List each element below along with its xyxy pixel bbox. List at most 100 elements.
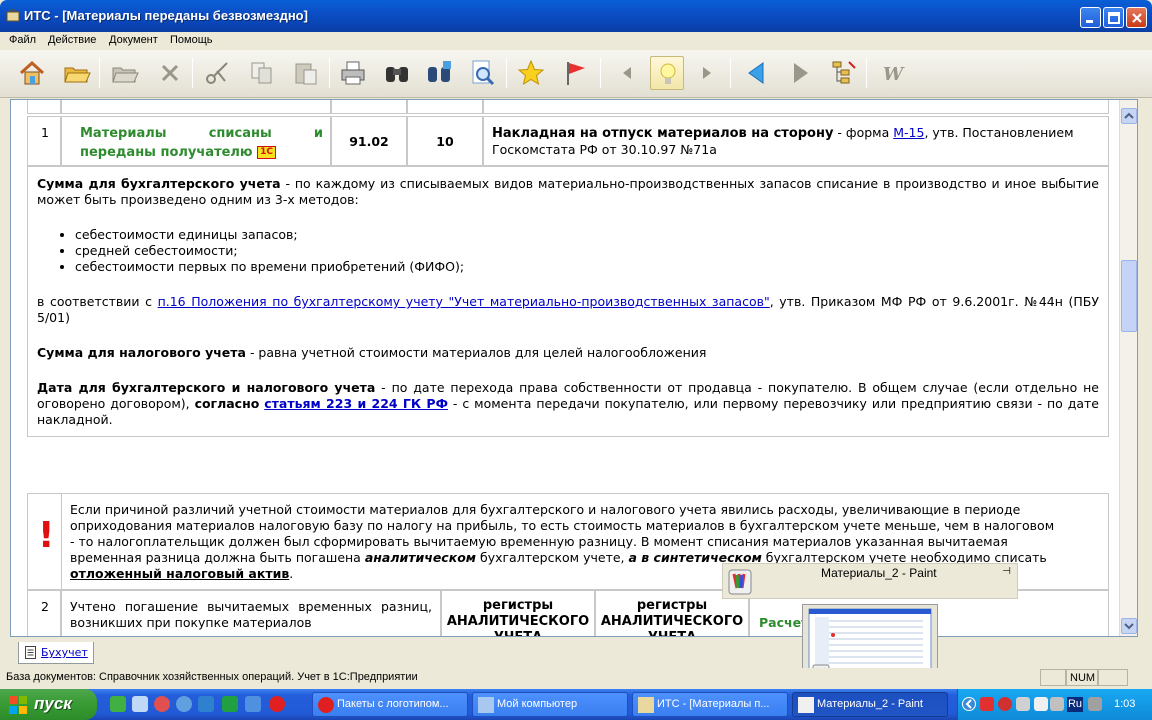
row1-number: 1 bbox=[41, 125, 49, 140]
tray-icon[interactable] bbox=[1088, 697, 1102, 711]
document-icon bbox=[25, 646, 36, 662]
sum-tax-paragraph: Сумма для налогового учета - равна учетн… bbox=[37, 345, 707, 360]
explanation-block: Сумма для бухгалтерского учета - по кажд… bbox=[27, 166, 1109, 437]
row2-col3-cell: регистры АНАЛИТИЧЕСКОГО УЧЕТА bbox=[441, 590, 595, 636]
folder-icon[interactable] bbox=[108, 56, 142, 90]
menu-file[interactable]: Файл bbox=[9, 34, 36, 46]
w-icon[interactable]: W bbox=[876, 56, 910, 90]
task-its[interactable]: ИТС - [Материалы п... bbox=[632, 692, 788, 717]
favorites-star-icon[interactable] bbox=[514, 56, 548, 90]
quicklaunch-icon[interactable] bbox=[154, 696, 170, 712]
row2-number-cell: 2 bbox=[27, 590, 61, 636]
1c-badge-icon: 1С bbox=[257, 146, 276, 159]
quicklaunch-icon[interactable] bbox=[222, 696, 238, 712]
row1-description: Материалы списаны и переданы получателю bbox=[80, 126, 323, 160]
quicklaunch-icon[interactable] bbox=[176, 696, 192, 712]
row1-credit-cell: 10 bbox=[407, 116, 483, 166]
task-my-computer[interactable]: Мой компьютер bbox=[472, 692, 628, 717]
gk-rf-link[interactable]: статьям 223 и 224 ГК РФ bbox=[264, 396, 448, 411]
list-item: средней себестоимости; bbox=[75, 243, 1099, 259]
task-paint[interactable]: Материалы_2 - Paint bbox=[792, 692, 948, 717]
svg-text:W: W bbox=[883, 64, 905, 85]
cut-icon[interactable] bbox=[200, 56, 234, 90]
menu-action[interactable]: Действие bbox=[48, 34, 96, 46]
scroll-thumb[interactable] bbox=[1121, 260, 1137, 332]
system-tray: Ru 1:03 bbox=[957, 689, 1152, 720]
m15-link[interactable]: М-15 bbox=[893, 125, 924, 140]
pbu-paragraph: в соответствии с п.16 Положения по бухга… bbox=[37, 294, 1099, 325]
row1-debit: 91.02 bbox=[349, 134, 389, 149]
date-label: Дата для бухгалтерского и налогового уче… bbox=[37, 380, 376, 395]
tree-icon[interactable] bbox=[826, 56, 860, 90]
quicklaunch-icon[interactable] bbox=[245, 696, 261, 712]
row1-document-cell: Накладная на отпуск материалов на сторон… bbox=[483, 116, 1109, 166]
document-tabs: Бухучет bbox=[10, 642, 1138, 664]
tray-expand-icon[interactable] bbox=[962, 697, 976, 714]
quicklaunch-icon[interactable] bbox=[132, 696, 148, 712]
scroll-down-button[interactable] bbox=[1121, 618, 1137, 634]
sum-accounting-paragraph: Сумма для бухгалтерского учета - по кажд… bbox=[37, 176, 1099, 208]
close-button[interactable] bbox=[1126, 7, 1147, 28]
language-indicator[interactable]: Ru bbox=[1067, 697, 1083, 712]
tab-buhuchet[interactable]: Бухучет bbox=[18, 642, 94, 664]
folder-open-icon[interactable] bbox=[60, 56, 94, 90]
menu-document[interactable]: Документ bbox=[109, 34, 158, 46]
print-icon[interactable] bbox=[336, 56, 370, 90]
tray-icon[interactable] bbox=[1034, 697, 1048, 711]
copy-icon[interactable] bbox=[245, 56, 279, 90]
pin-icon[interactable]: ⊣ bbox=[1002, 566, 1011, 577]
taskbar: пуск Пакеты с логотипом... Мой компьютер… bbox=[0, 689, 1152, 720]
window-title: ИТС - [Материалы переданы безвозмездно] bbox=[24, 8, 308, 23]
task-packets[interactable]: Пакеты с логотипом... bbox=[312, 692, 468, 717]
list-item: себестоимости первых по времени приобрет… bbox=[75, 259, 1099, 275]
forward-icon[interactable] bbox=[783, 56, 817, 90]
start-button[interactable]: пуск bbox=[0, 689, 97, 720]
list-item: себестоимости единицы запасов; bbox=[75, 227, 1099, 243]
status-bar: База документов: Справочник хозяйственны… bbox=[0, 668, 1152, 688]
tray-icon[interactable] bbox=[998, 697, 1012, 711]
flag-icon[interactable] bbox=[558, 56, 592, 90]
taskbar-preview-title: Материалы_2 - Paint ⊣ bbox=[722, 563, 1018, 599]
row1-debit-cell: 91.02 bbox=[331, 116, 407, 166]
row1-desc-cell: Материалы списаны и переданы получателю … bbox=[61, 116, 331, 166]
row1-number-cell: 1 bbox=[27, 116, 61, 166]
row1-doc-form: - форма bbox=[833, 125, 894, 140]
methods-list: себестоимости единицы запасов; средней с… bbox=[37, 227, 1099, 275]
back-icon[interactable] bbox=[740, 56, 774, 90]
status-text: База документов: Справочник хозяйственны… bbox=[6, 671, 418, 683]
tray-icon[interactable] bbox=[980, 697, 994, 711]
find-all-icon[interactable] bbox=[422, 56, 456, 90]
title-bar[interactable]: ИТС - [Материалы переданы безвозмездно] bbox=[0, 0, 1152, 32]
tray-icon[interactable] bbox=[1050, 697, 1064, 711]
sum-tax-label: Сумма для налогового учета bbox=[37, 345, 246, 360]
quicklaunch-icon[interactable] bbox=[110, 696, 126, 712]
scroll-up-button[interactable] bbox=[1121, 108, 1137, 124]
clock: 1:03 bbox=[1114, 698, 1136, 710]
minimize-button[interactable] bbox=[1080, 7, 1101, 28]
toolbar: W bbox=[0, 50, 1152, 98]
sum-accounting-label: Сумма для бухгалтерского учета bbox=[37, 176, 281, 191]
home-icon[interactable] bbox=[15, 56, 49, 90]
opera-icon[interactable] bbox=[269, 696, 285, 712]
menu-bar: Файл Действие Документ Помощь bbox=[0, 32, 1152, 50]
bulb-icon[interactable] bbox=[650, 56, 684, 90]
vertical-scrollbar[interactable] bbox=[1119, 100, 1137, 636]
binoculars-icon[interactable] bbox=[380, 56, 414, 90]
quicklaunch-icon[interactable] bbox=[198, 696, 214, 712]
next-arrow-icon[interactable] bbox=[690, 56, 724, 90]
delete-icon[interactable] bbox=[153, 56, 187, 90]
paint-icon bbox=[728, 569, 752, 595]
paste-icon[interactable] bbox=[289, 56, 323, 90]
row2-number: 2 bbox=[41, 599, 49, 614]
num-indicator: NUM bbox=[1066, 669, 1098, 686]
windows-logo-icon bbox=[9, 696, 27, 714]
tray-icon[interactable] bbox=[1016, 697, 1030, 711]
pbu-link[interactable]: п.16 Положения по бухгалтерскому учету "… bbox=[158, 294, 770, 309]
document-view[interactable]: 1 Материалы списаны и переданы получател… bbox=[10, 99, 1138, 637]
menu-help[interactable]: Помощь bbox=[170, 34, 213, 46]
preview-icon[interactable] bbox=[465, 56, 499, 90]
warning-icon: ! bbox=[38, 515, 55, 556]
maximize-button[interactable] bbox=[1103, 7, 1124, 28]
prev-arrow-icon[interactable] bbox=[610, 56, 644, 90]
app-icon bbox=[6, 8, 20, 23]
